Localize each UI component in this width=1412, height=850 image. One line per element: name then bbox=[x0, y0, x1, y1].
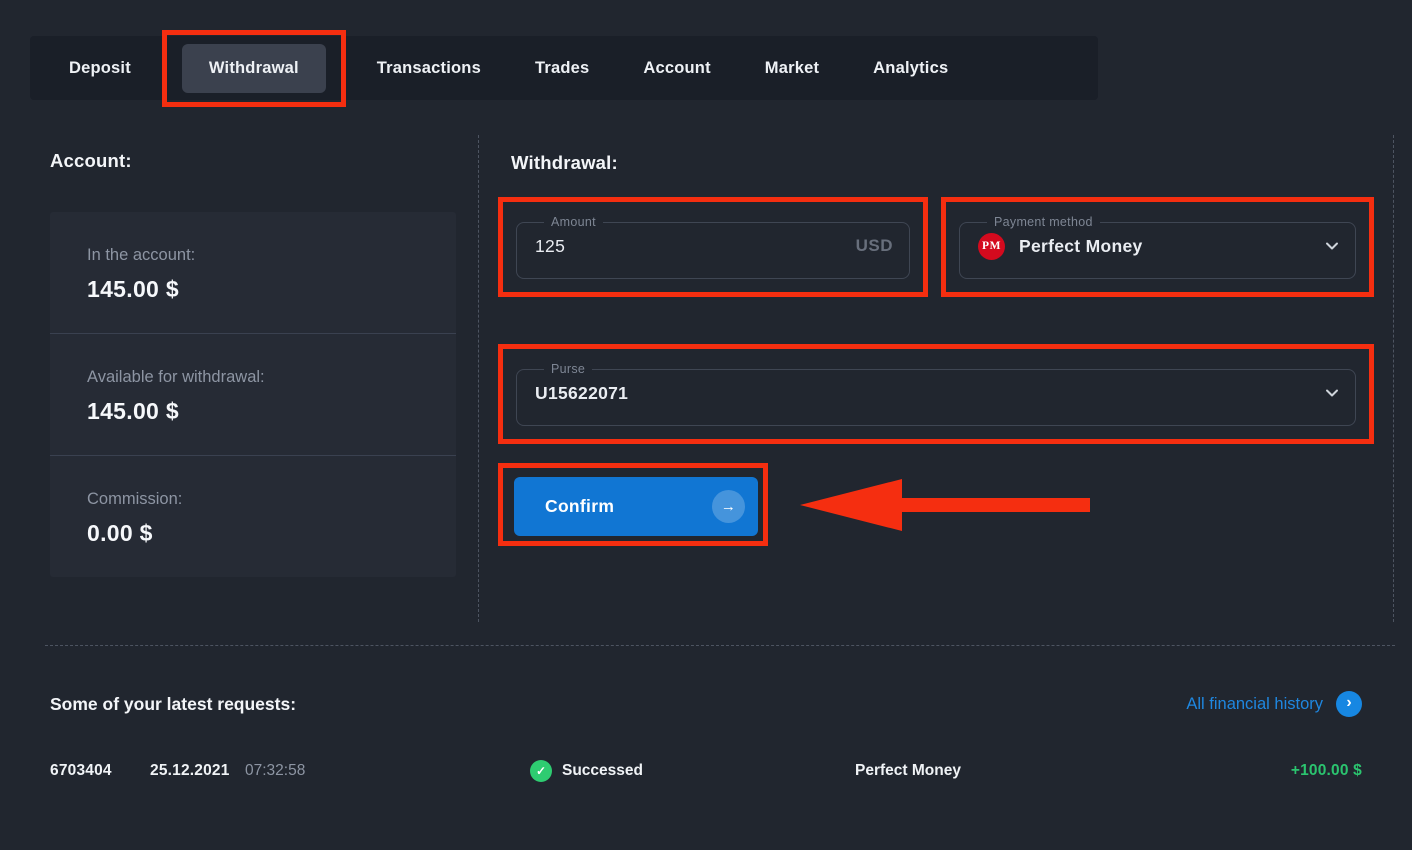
request-date: 25.12.2021 bbox=[150, 762, 245, 780]
request-status: ✓ Successed bbox=[530, 760, 855, 782]
chevron-down-icon bbox=[1325, 386, 1339, 400]
tab-withdrawal[interactable]: Withdrawal bbox=[182, 44, 326, 93]
request-time: 07:32:58 bbox=[245, 762, 530, 780]
annotation-box-purse: Purse U15622071 bbox=[498, 344, 1374, 444]
account-summary-section: Account: In the account: 145.00 $ Availa… bbox=[50, 150, 456, 577]
commission-value: 0.00 $ bbox=[87, 520, 436, 547]
withdrawal-heading: Withdrawal: bbox=[511, 152, 1393, 174]
amount-field-label: Amount bbox=[544, 215, 603, 229]
all-financial-history-link[interactable]: All financial history › bbox=[1186, 691, 1362, 717]
annotation-box-confirm: Confirm → bbox=[498, 463, 768, 546]
annotation-box-amount: Amount USD bbox=[498, 197, 928, 297]
payment-method-select[interactable]: Payment method PM Perfect Money bbox=[959, 215, 1356, 279]
account-card-in-account: In the account: 145.00 $ bbox=[50, 212, 456, 334]
withdrawal-page: Deposit Withdrawal Transactions Trades A… bbox=[0, 0, 1412, 850]
amount-input[interactable] bbox=[535, 236, 755, 257]
payment-method-value: Perfect Money bbox=[1019, 236, 1143, 257]
purse-field-label: Purse bbox=[544, 362, 592, 376]
commission-label: Commission: bbox=[87, 490, 436, 509]
payment-method-label: Payment method bbox=[987, 215, 1100, 229]
history-link-label: All financial history bbox=[1186, 695, 1323, 714]
annotation-arrow-left-icon bbox=[800, 479, 1090, 531]
main-tabbar: Deposit Withdrawal Transactions Trades A… bbox=[30, 36, 1098, 100]
chevron-right-circle-icon: › bbox=[1336, 691, 1362, 717]
tab-market[interactable]: Market bbox=[738, 44, 846, 93]
section-divider bbox=[45, 645, 1395, 646]
chevron-down-icon bbox=[1325, 239, 1339, 253]
request-id: 6703404 bbox=[50, 762, 150, 780]
available-value: 145.00 $ bbox=[87, 398, 436, 425]
confirm-button-label: Confirm bbox=[545, 496, 614, 517]
purse-value: U15622071 bbox=[535, 383, 628, 404]
withdrawal-form-section: Withdrawal: Amount USD Payment method PM bbox=[478, 135, 1394, 622]
request-amount: +100.00 $ bbox=[1155, 762, 1362, 780]
in-account-value: 145.00 $ bbox=[87, 276, 436, 303]
purse-select[interactable]: Purse U15622071 bbox=[516, 362, 1356, 426]
amount-payment-row: Amount USD Payment method PM Perfect Mon… bbox=[498, 197, 1393, 297]
requests-header: Some of your latest requests: All financ… bbox=[50, 691, 1362, 717]
success-check-icon: ✓ bbox=[530, 760, 552, 782]
arrow-right-icon: → bbox=[712, 490, 745, 523]
request-status-label: Successed bbox=[562, 762, 643, 780]
in-account-label: In the account: bbox=[87, 246, 436, 265]
account-card-available: Available for withdrawal: 145.00 $ bbox=[50, 334, 456, 456]
tab-deposit[interactable]: Deposit bbox=[42, 44, 158, 93]
available-label: Available for withdrawal: bbox=[87, 368, 436, 387]
request-row: 6703404 25.12.2021 07:32:58 ✓ Successed … bbox=[50, 760, 1362, 782]
tab-transactions[interactable]: Transactions bbox=[350, 44, 508, 93]
tab-trades[interactable]: Trades bbox=[508, 44, 616, 93]
confirm-button[interactable]: Confirm → bbox=[514, 477, 758, 536]
annotation-box-payment-method: Payment method PM Perfect Money bbox=[941, 197, 1374, 297]
tab-analytics[interactable]: Analytics bbox=[846, 44, 975, 93]
account-card-commission: Commission: 0.00 $ bbox=[50, 456, 456, 577]
annotation-box-withdrawal-tab: Withdrawal bbox=[162, 30, 346, 107]
perfect-money-icon: PM bbox=[978, 233, 1005, 260]
amount-field[interactable]: Amount USD bbox=[516, 215, 910, 279]
account-heading: Account: bbox=[50, 150, 456, 172]
amount-currency-label: USD bbox=[856, 236, 893, 256]
account-cards: In the account: 145.00 $ Available for w… bbox=[50, 212, 456, 577]
request-method: Perfect Money bbox=[855, 762, 1155, 780]
requests-heading: Some of your latest requests: bbox=[50, 694, 296, 715]
tab-account[interactable]: Account bbox=[616, 44, 737, 93]
